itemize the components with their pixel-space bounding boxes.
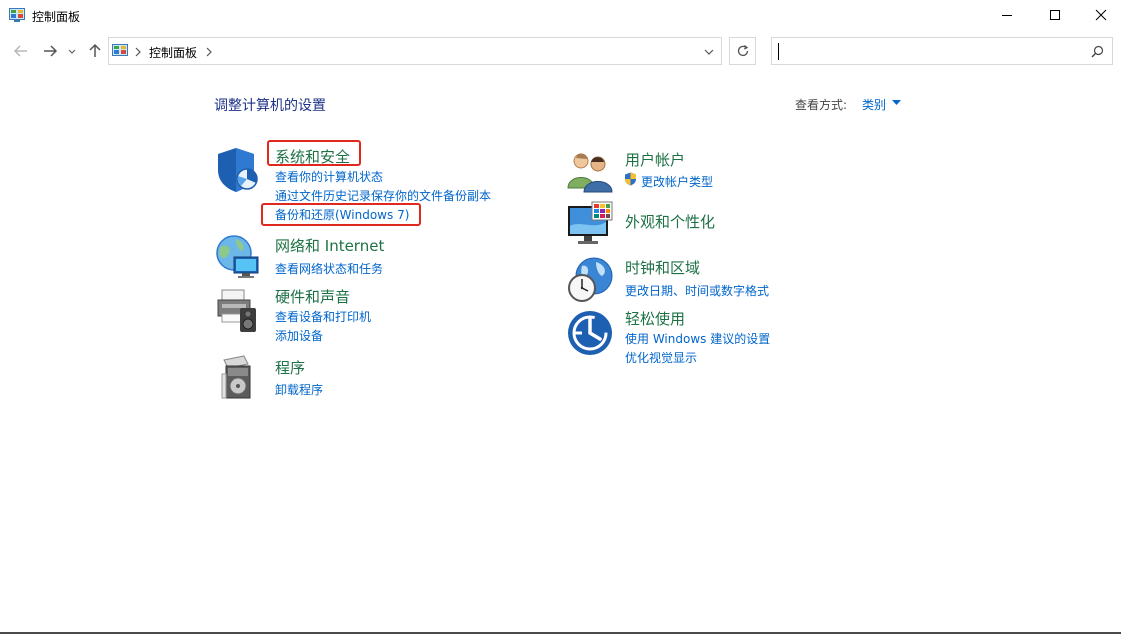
user-accounts-icon[interactable] bbox=[566, 148, 614, 196]
link-add-device[interactable]: 添加设备 bbox=[275, 327, 323, 344]
category-title-user-accounts[interactable]: 用户帐户 bbox=[625, 149, 685, 170]
programs-icon[interactable] bbox=[214, 354, 262, 402]
ease-of-access-icon[interactable] bbox=[566, 309, 614, 357]
highlight-box bbox=[267, 140, 361, 166]
view-by-label: 查看方式: bbox=[795, 98, 848, 112]
close-icon bbox=[1095, 9, 1107, 21]
text-cursor bbox=[778, 43, 779, 60]
breadcrumb-item-control-panel[interactable]: 控制面板 bbox=[149, 44, 197, 61]
network-globe-icon[interactable] bbox=[214, 233, 262, 281]
maximize-button[interactable] bbox=[1032, 0, 1078, 30]
refresh-button[interactable] bbox=[729, 37, 756, 65]
link-windows-recommended-settings[interactable]: 使用 Windows 建议的设置 bbox=[625, 330, 770, 347]
link-change-account-type[interactable]: 更改帐户类型 bbox=[641, 173, 713, 190]
link-optimize-visual-display[interactable]: 优化视觉显示 bbox=[625, 349, 697, 366]
link-view-computer-status[interactable]: 查看你的计算机状态 bbox=[275, 168, 383, 185]
address-bar[interactable]: 控制面板 bbox=[108, 37, 722, 65]
link-uninstall-program[interactable]: 卸载程序 bbox=[275, 381, 323, 398]
chevron-down-icon bbox=[68, 49, 76, 54]
view-by-dropdown[interactable]: 类别 bbox=[862, 96, 886, 113]
minimize-button[interactable] bbox=[984, 0, 1030, 30]
category-title-ease-of-access[interactable]: 轻松使用 bbox=[625, 308, 685, 329]
minimize-icon bbox=[1002, 15, 1012, 16]
uac-shield-icon bbox=[625, 172, 636, 186]
control-panel-app-icon bbox=[9, 8, 25, 22]
link-view-devices-printers[interactable]: 查看设备和打印机 bbox=[275, 308, 371, 325]
back-button[interactable] bbox=[11, 41, 31, 61]
window-title: 控制面板 bbox=[32, 10, 81, 24]
category-title-network-internet[interactable]: 网络和 Internet bbox=[275, 235, 384, 256]
breadcrumb-chevron-icon[interactable] bbox=[205, 47, 213, 57]
shield-icon[interactable] bbox=[214, 146, 262, 194]
recent-locations-button[interactable] bbox=[65, 41, 79, 61]
breadcrumb-chevron-icon[interactable] bbox=[134, 47, 142, 57]
highlight-box bbox=[261, 203, 421, 226]
printer-speaker-icon[interactable] bbox=[214, 286, 262, 334]
search-icon[interactable] bbox=[1091, 45, 1104, 58]
clock-globe-icon[interactable] bbox=[566, 256, 614, 304]
category-title-hardware-sound[interactable]: 硬件和声音 bbox=[275, 286, 350, 307]
dropdown-arrow-icon[interactable] bbox=[892, 100, 901, 106]
refresh-icon bbox=[737, 45, 748, 57]
link-file-history-backup[interactable]: 通过文件历史记录保存你的文件备份副本 bbox=[275, 187, 491, 204]
category-title-programs[interactable]: 程序 bbox=[275, 357, 305, 378]
control-panel-icon bbox=[112, 44, 128, 56]
link-change-date-time-format[interactable]: 更改日期、时间或数字格式 bbox=[625, 282, 769, 299]
forward-arrow-icon bbox=[44, 45, 58, 57]
title-bar: 控制面板 bbox=[0, 0, 1121, 32]
search-box[interactable] bbox=[771, 37, 1113, 65]
forward-button[interactable] bbox=[40, 41, 60, 61]
back-arrow-icon bbox=[13, 45, 27, 57]
address-history-chevron-icon[interactable] bbox=[703, 47, 715, 57]
category-title-appearance[interactable]: 外观和个性化 bbox=[625, 211, 715, 232]
up-button[interactable] bbox=[85, 41, 105, 61]
close-button[interactable] bbox=[1078, 0, 1121, 30]
up-arrow-icon bbox=[89, 43, 101, 57]
link-view-network-status[interactable]: 查看网络状态和任务 bbox=[275, 260, 383, 277]
category-title-clock-region[interactable]: 时钟和区域 bbox=[625, 257, 700, 278]
page-title: 调整计算机的设置 bbox=[214, 98, 326, 114]
appearance-monitor-icon[interactable] bbox=[566, 200, 614, 248]
maximize-icon bbox=[1050, 10, 1060, 20]
